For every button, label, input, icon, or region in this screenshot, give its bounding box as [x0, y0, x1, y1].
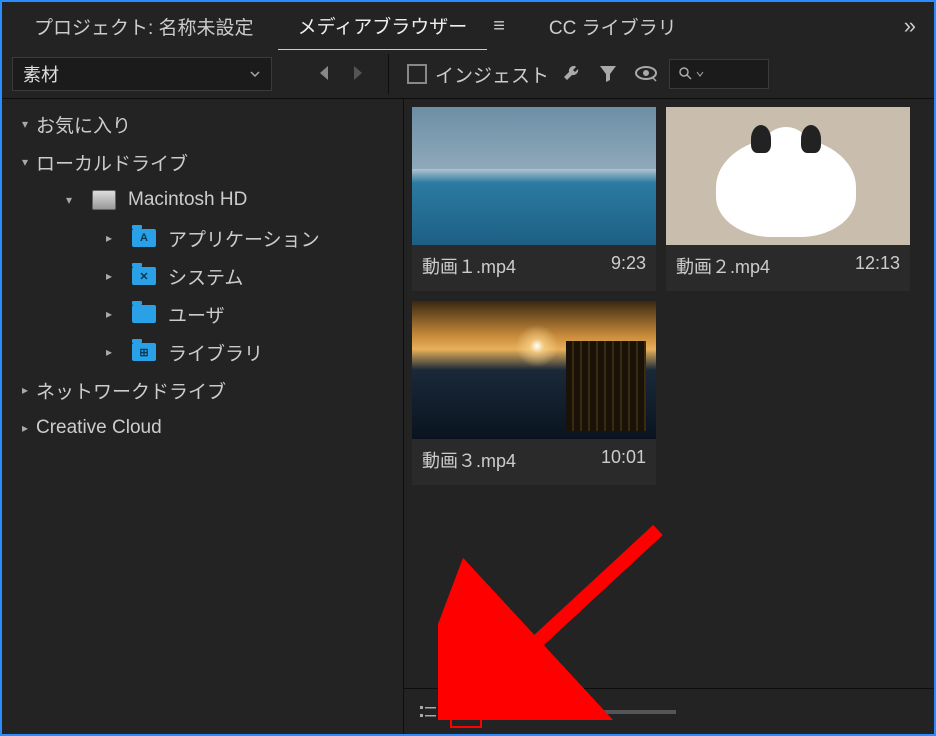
- tab-project[interactable]: プロジェクト: 名称未設定: [14, 3, 274, 50]
- dropdown-label: 素材: [23, 61, 59, 87]
- chevron-down-icon: ▾: [14, 155, 36, 169]
- overflow-icon[interactable]: »: [904, 13, 922, 39]
- tree-creative-cloud[interactable]: ▸ Creative Cloud: [2, 409, 403, 447]
- toolbar: 素材 インジェスト: [2, 50, 934, 98]
- chevron-down-icon: [696, 70, 704, 78]
- folder-icon: ⊞: [130, 341, 158, 363]
- folder-icon: ✕: [130, 265, 158, 287]
- filter-icon[interactable]: [597, 62, 621, 86]
- tree-local-drives[interactable]: ▾ ローカルドライブ: [2, 143, 403, 181]
- chevron-down-icon: [249, 68, 261, 80]
- media-clip[interactable]: 動画１.mp4 9:23: [412, 107, 656, 291]
- ingest-label: インジェスト: [435, 61, 549, 88]
- clip-duration: 10:01: [601, 447, 646, 473]
- search-input[interactable]: [669, 59, 769, 89]
- zoom-knob[interactable]: [496, 704, 512, 720]
- chevron-down-icon: ▾: [58, 193, 80, 207]
- folder-icon: [130, 303, 158, 325]
- footer-toolbar: [404, 688, 934, 734]
- tree-network-drives[interactable]: ▸ ネットワークドライブ: [2, 371, 403, 409]
- clip-duration: 12:13: [855, 253, 900, 279]
- chevron-right-icon: ▸: [98, 345, 120, 359]
- media-browser-panel: プロジェクト: 名称未設定 メディアブラウザー ≡ CC ライブラリ » 素材 …: [0, 0, 936, 736]
- tab-cc-libraries[interactable]: CC ライブラリ: [529, 3, 697, 50]
- tree-applications[interactable]: ▸ A アプリケーション: [2, 219, 403, 257]
- panel-menu-icon[interactable]: ≡: [491, 15, 505, 38]
- tree-system[interactable]: ▸ ✕ システム: [2, 257, 403, 295]
- eye-icon[interactable]: [633, 62, 657, 86]
- clip-name: 動画３.mp4: [422, 447, 516, 473]
- clip-thumbnail: [666, 107, 910, 245]
- drive-icon: [90, 189, 118, 211]
- tree-library[interactable]: ▸ ⊞ ライブラリ: [2, 333, 403, 371]
- chevron-right-icon: ▸: [14, 383, 36, 397]
- divider: [388, 54, 389, 94]
- panel-tabs: プロジェクト: 名称未設定 メディアブラウザー ≡ CC ライブラリ »: [2, 2, 934, 50]
- ingest-toggle[interactable]: インジェスト: [407, 61, 549, 88]
- thumbnail-view-icon[interactable]: [452, 698, 480, 726]
- media-clip[interactable]: 動画３.mp4 10:01: [412, 301, 656, 485]
- media-grid: 動画１.mp4 9:23 動画２.mp4 12:13: [404, 99, 934, 688]
- chevron-right-icon: ▸: [14, 421, 36, 435]
- tab-media-browser[interactable]: メディアブラウザー: [278, 2, 488, 51]
- clip-name: 動画１.mp4: [422, 253, 516, 279]
- media-grid-area: 動画１.mp4 9:23 動画２.mp4 12:13: [404, 98, 934, 734]
- chevron-down-icon: ▾: [14, 117, 36, 131]
- list-view-icon[interactable]: [414, 698, 442, 726]
- source-type-dropdown[interactable]: 素材: [12, 57, 272, 91]
- zoom-slider[interactable]: [496, 710, 676, 714]
- tree-macintosh-hd[interactable]: ▾ Macintosh HD: [2, 181, 403, 219]
- tree-favorites[interactable]: ▾ お気に入り: [2, 105, 403, 143]
- chevron-right-icon: ▸: [98, 307, 120, 321]
- media-clip[interactable]: 動画２.mp4 12:13: [666, 107, 910, 291]
- chevron-right-icon: ▸: [98, 269, 120, 283]
- folder-icon: A: [130, 227, 158, 249]
- clip-name: 動画２.mp4: [676, 253, 770, 279]
- wrench-icon[interactable]: [561, 62, 585, 86]
- clip-thumbnail: [412, 301, 656, 439]
- folder-tree: ▾ お気に入り ▾ ローカルドライブ ▾ Macintosh HD ▸ A アプ…: [2, 98, 404, 734]
- tree-users[interactable]: ▸ ユーザ: [2, 295, 403, 333]
- search-icon: [678, 66, 694, 82]
- clip-thumbnail: [412, 107, 656, 245]
- nav-forward-icon[interactable]: [346, 62, 370, 86]
- main-area: ▾ お気に入り ▾ ローカルドライブ ▾ Macintosh HD ▸ A アプ…: [2, 98, 934, 734]
- checkbox-icon: [407, 64, 427, 84]
- nav-back-icon[interactable]: [314, 62, 338, 86]
- clip-duration: 9:23: [611, 253, 646, 279]
- chevron-right-icon: ▸: [98, 231, 120, 245]
